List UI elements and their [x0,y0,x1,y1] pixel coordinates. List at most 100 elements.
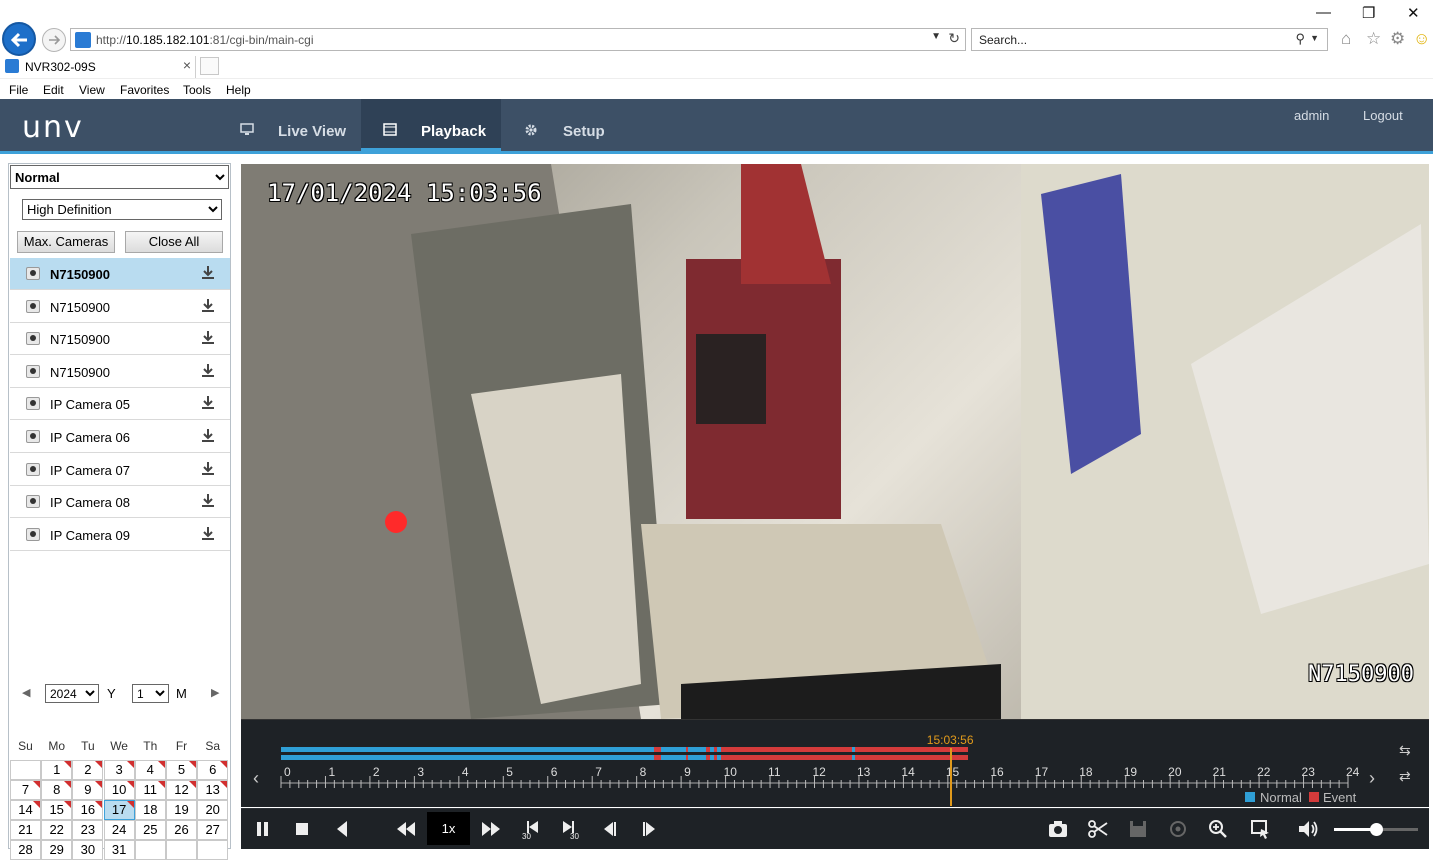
frame-back-icon[interactable] [601,818,619,840]
download-icon[interactable] [200,329,216,348]
search-icon[interactable]: ⚲ [1295,31,1305,47]
snapshot-icon[interactable] [1047,818,1069,840]
camera-item[interactable]: IP Camera 09 [10,519,230,551]
download-icon[interactable] [200,394,216,413]
timeline-next-icon[interactable]: › [1369,768,1375,789]
calendar-day[interactable]: 16 [72,800,104,820]
region-select-icon[interactable] [1249,818,1271,840]
calendar-day[interactable]: 4 [134,760,166,780]
camera-item[interactable]: N7150900 [10,356,230,388]
quality-select[interactable]: High Definition [22,199,222,220]
nav-live-view[interactable]: Live View [230,99,360,151]
forward-button[interactable] [42,28,66,52]
prev-month-icon[interactable]: ◀ [22,686,30,699]
calendar-day[interactable]: 30 [72,840,104,860]
menu-favorites[interactable]: Favorites [120,83,169,97]
download-icon[interactable] [200,427,216,446]
download-icon[interactable] [200,460,216,479]
next-month-icon[interactable]: ▶ [211,686,219,699]
camera-item[interactable]: N7150900 [10,291,230,323]
download-icon[interactable] [200,297,216,316]
tab-close-icon[interactable]: × [183,57,191,73]
calendar-day[interactable]: 11 [134,780,166,800]
menu-view[interactable]: View [79,83,105,97]
calendar-day[interactable]: 5 [166,760,197,780]
calendar-day[interactable]: 29 [41,840,73,860]
back-button[interactable] [2,22,36,56]
dropdown-icon[interactable]: ▼ [931,31,941,42]
speed-display[interactable]: 1x [427,812,470,845]
menu-help[interactable]: Help [226,83,251,97]
minimize-icon[interactable]: — [1316,4,1331,21]
calendar-day[interactable]: 1 [41,760,73,780]
calendar-day[interactable]: 19 [166,800,197,820]
nav-playback[interactable]: Playback [361,99,501,151]
calendar-day[interactable]: 6 [197,760,229,780]
timeline[interactable]: 0 1 2 3 4 5 6 7 8 9 10 11 12 13 14 15 16 17 18 19 20 21 22 23 24… [241,719,1429,807]
max-cameras-button[interactable]: Max. Cameras [17,231,115,253]
clip-icon[interactable] [1087,818,1109,840]
refresh-icon[interactable]: ↻ [948,30,960,47]
new-tab-button[interactable] [200,57,219,75]
close-icon[interactable]: ✕ [1407,4,1420,22]
menu-file[interactable]: File [9,83,28,97]
camera-item[interactable]: IP Camera 05 [10,388,230,421]
calendar-day[interactable]: 22 [41,820,73,840]
camera-item[interactable]: IP Camera 06 [10,421,230,453]
camera-item[interactable]: IP Camera 07 [10,454,230,486]
calendar-day[interactable]: 20 [197,800,229,820]
volume-icon[interactable] [1297,818,1321,840]
search-box[interactable]: Search... ⚲ ▼ [971,28,1328,51]
zoom-in-icon[interactable]: ⇄ [1399,768,1411,785]
calendar-day[interactable]: 3 [103,760,135,780]
calendar-day[interactable]: 26 [166,820,197,840]
restore-icon[interactable]: ❐ [1362,4,1375,22]
browser-tab[interactable]: NVR302-09S × [0,56,196,78]
fast-forward-icon[interactable] [481,818,501,840]
timeline-prev-icon[interactable]: ‹ [253,768,259,789]
skip-back-30-icon[interactable]: 30 [520,818,542,840]
volume-knob[interactable] [1370,823,1383,836]
time-cursor[interactable] [949,748,952,806]
calendar-day[interactable]: 21 [10,820,41,840]
settings-icon[interactable]: ⚙ [1390,29,1405,49]
calendar-day[interactable]: 25 [134,820,166,840]
smiley-icon[interactable]: ☺ [1413,29,1430,49]
calendar-day[interactable]: 23 [72,820,104,840]
search-dropdown-icon[interactable]: ▼ [1310,33,1319,43]
zoom-out-icon[interactable]: ⇆ [1399,742,1411,759]
zoom-magnify-icon[interactable] [1206,818,1228,840]
play-reverse-icon[interactable] [334,818,350,840]
camera-item[interactable]: N7150900 [10,258,230,290]
menu-edit[interactable]: Edit [43,83,64,97]
calendar-day[interactable]: 12 [166,780,197,800]
calendar-day[interactable]: 13 [197,780,229,800]
download-icon[interactable] [200,525,216,544]
calendar-day[interactable]: 8 [41,780,73,800]
calendar-day[interactable]: 10 [103,780,135,800]
calendar-day[interactable]: 14 [10,800,41,820]
calendar-day[interactable]: 24 [103,820,135,840]
calendar-day[interactable]: 9 [72,780,104,800]
home-icon[interactable]: ⌂ [1341,29,1351,49]
menu-tools[interactable]: Tools [183,83,211,97]
calendar-day[interactable]: 27 [197,820,229,840]
pause-icon[interactable] [255,818,271,840]
calendar-day[interactable]: 17 [103,800,135,820]
calendar-day[interactable]: 15 [41,800,73,820]
download-icon[interactable] [200,264,216,283]
camera-item[interactable]: N7150900 [10,323,230,356]
calendar-day[interactable]: 31 [103,840,135,860]
calendar-day[interactable]: 18 [134,800,166,820]
camera-item[interactable]: IP Camera 08 [10,486,230,519]
calendar-day[interactable]: 2 [72,760,104,780]
mode-select[interactable]: Normal [10,165,229,189]
stop-icon[interactable] [294,818,310,840]
skip-forward-30-icon[interactable]: 30 [559,818,581,840]
star-icon[interactable]: ☆ [1366,29,1381,49]
volume-slider[interactable] [1334,823,1418,836]
video-player[interactable]: 17/01/2024 15:03:56 N7150900 [241,164,1429,719]
frame-forward-icon[interactable] [640,818,658,840]
download-icon[interactable] [200,362,216,381]
calendar-day[interactable]: 28 [10,840,41,860]
